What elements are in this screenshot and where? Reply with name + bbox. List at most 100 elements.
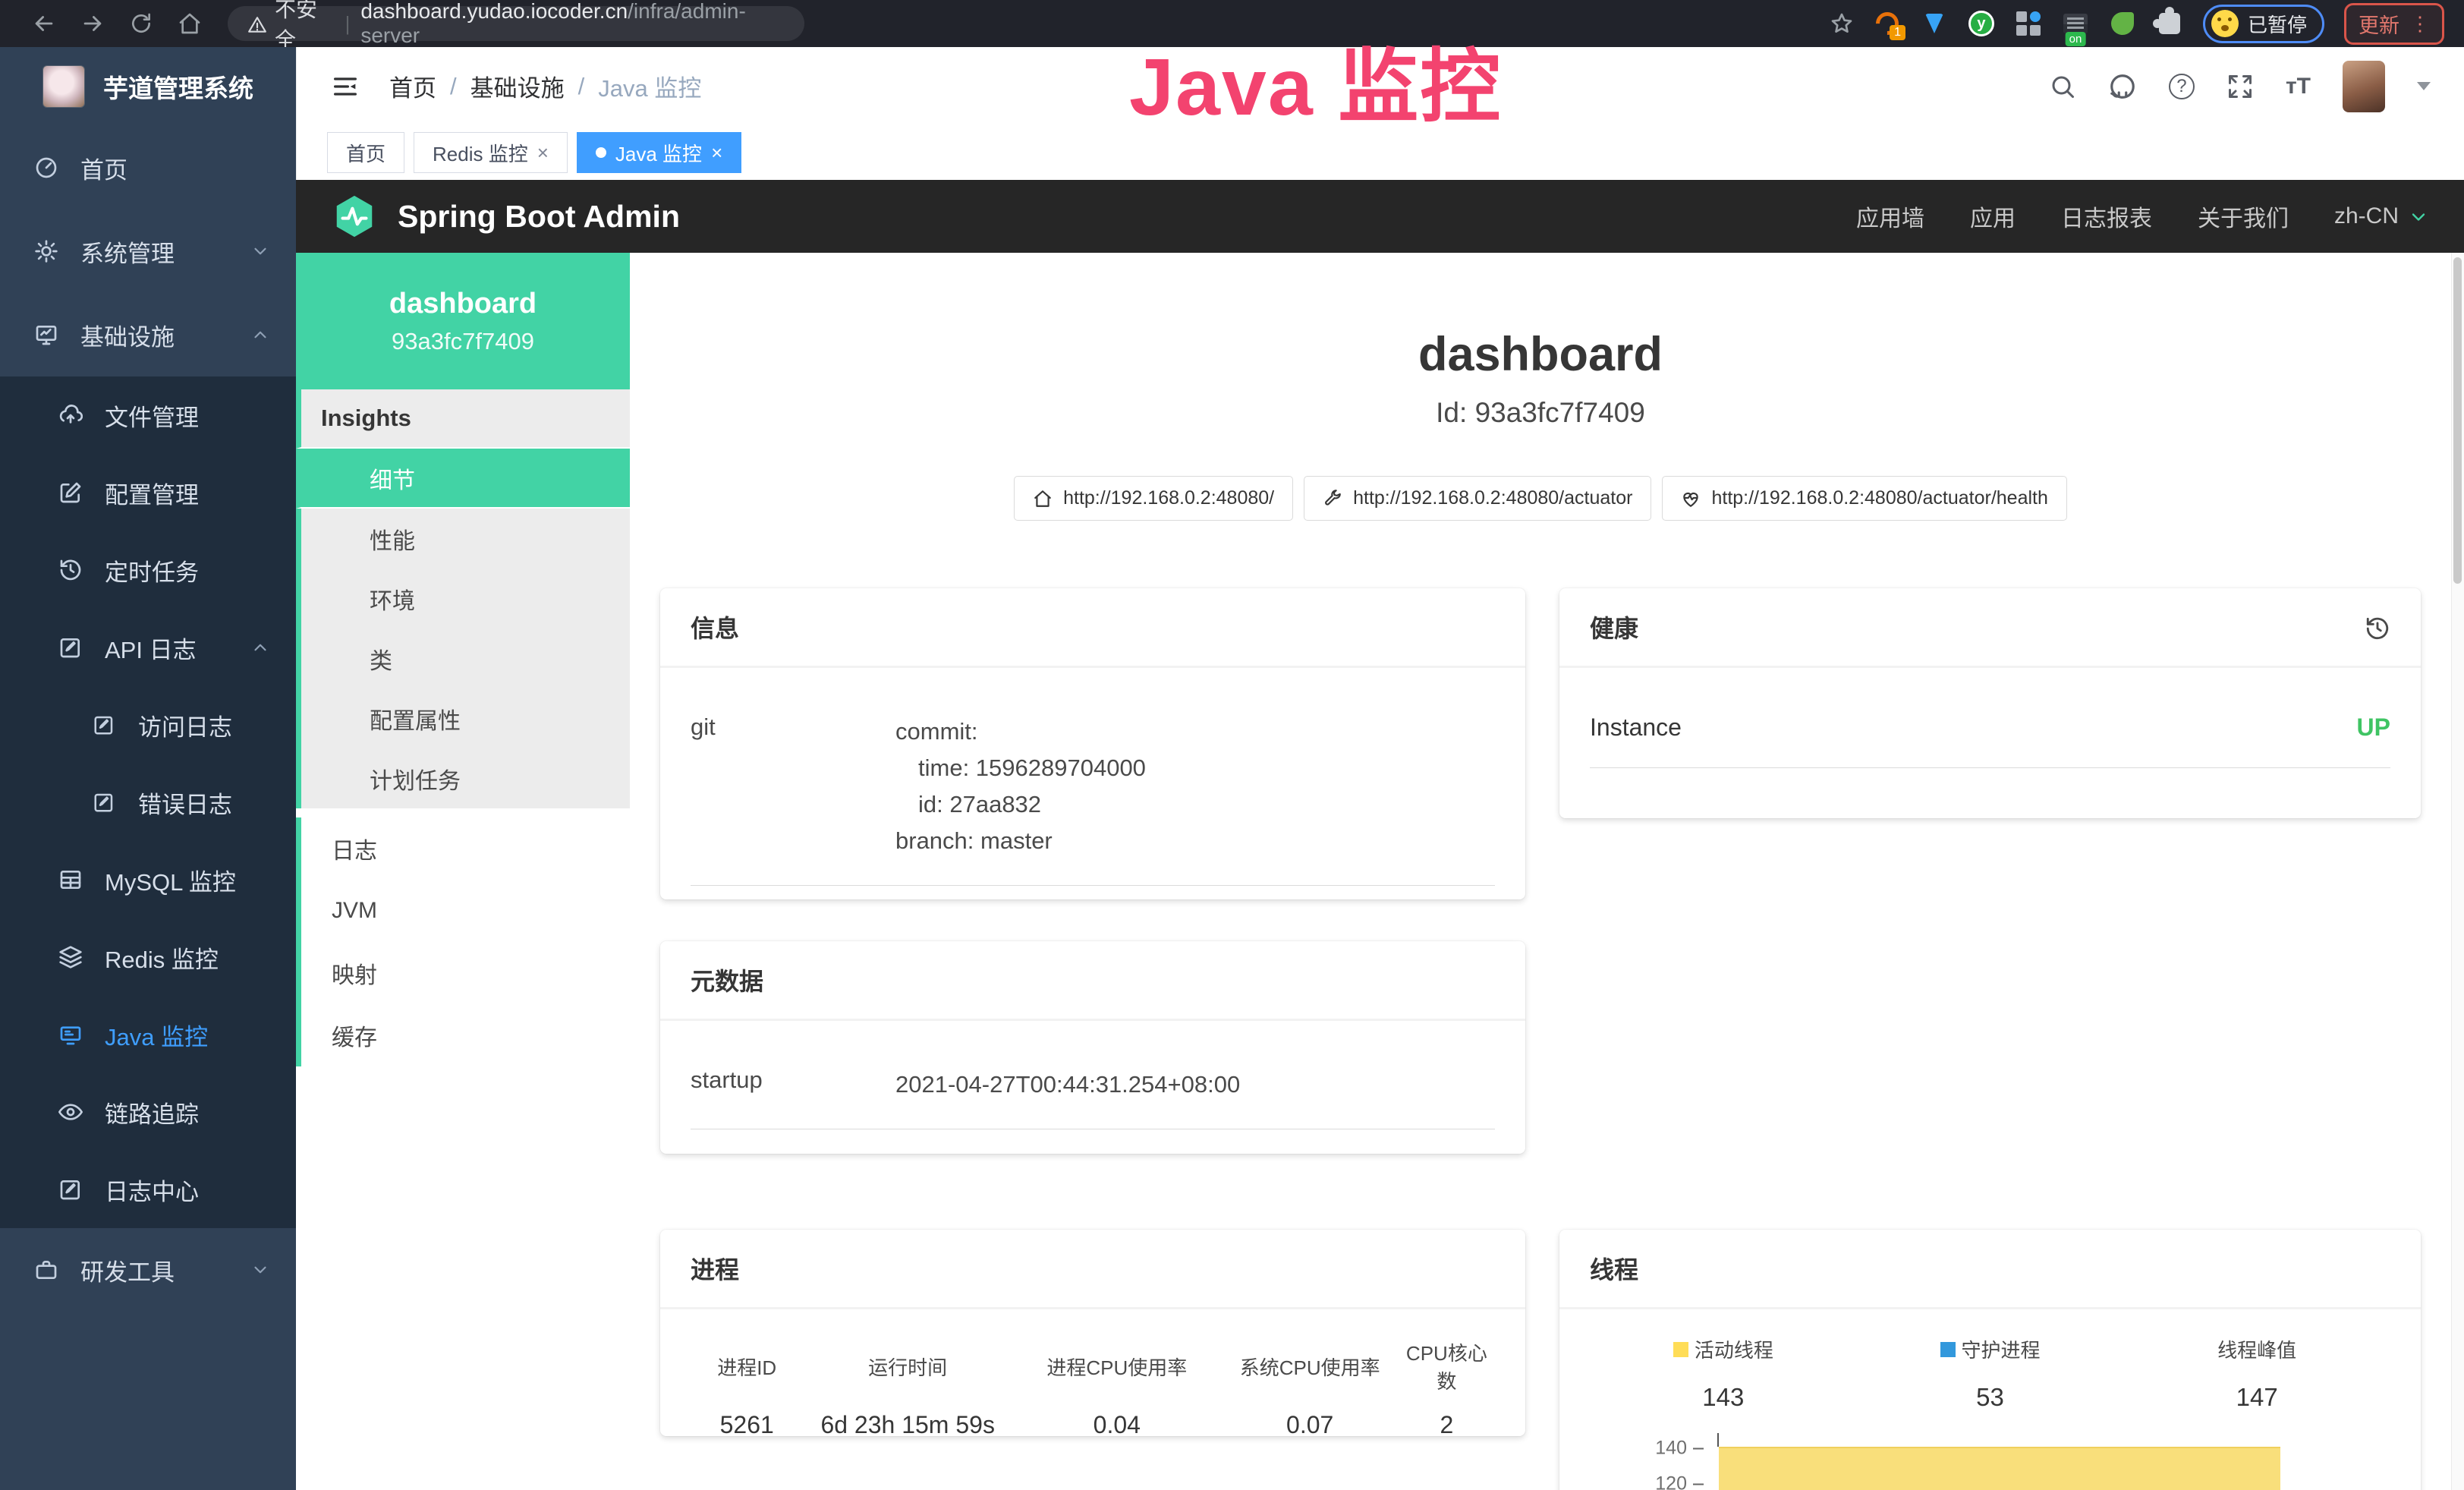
sidebar-item-label: 配置管理 <box>105 476 199 510</box>
sidebar-item-files[interactable]: 文件管理 <box>0 376 296 454</box>
tab-home[interactable]: 首页 <box>327 132 404 173</box>
sidebar-item-label: 错误日志 <box>138 786 232 820</box>
sba-nav-about[interactable]: 关于我们 <box>2198 200 2289 233</box>
sidebar-item-mysql[interactable]: MySQL 监控 <box>0 841 296 918</box>
threads-card: 线程 活动线程 143 守护进程 53 线程峰值 147 <box>1559 1230 2421 1490</box>
close-icon[interactable]: × <box>537 141 549 165</box>
address-bar[interactable]: 不安全 | dashboard.yudao.iocoder.cn/infra/a… <box>228 6 804 41</box>
sba-item-configprops[interactable]: 配置属性 <box>296 688 630 748</box>
sba-nav-wallboard[interactable]: 应用墙 <box>1856 200 1924 233</box>
sba-brand[interactable]: Spring Boot Admin <box>398 199 680 235</box>
security-warning[interactable]: 不安全 <box>247 0 335 54</box>
actuator-url-button[interactable]: http://192.168.0.2:48080/actuator <box>1304 476 1651 521</box>
sba-item-details[interactable]: 细节 <box>296 449 630 509</box>
sidebar-item-java-monitor[interactable]: Java 监控 <box>0 996 296 1073</box>
github-icon[interactable] <box>2108 72 2137 101</box>
user-avatar[interactable] <box>2343 61 2385 112</box>
sba-item-environment[interactable]: 环境 <box>296 569 630 628</box>
close-icon[interactable]: × <box>711 141 722 165</box>
sidebar-item-tracing[interactable]: 链路追踪 <box>0 1073 296 1151</box>
home-icon[interactable] <box>165 7 214 40</box>
process-header-row: 进程ID 运行时间 进程CPU使用率 系统CPU使用率 CPU核心数 <box>691 1331 1495 1408</box>
sidebar-item-redis[interactable]: Redis 监控 <box>0 918 296 996</box>
sidebar-item-devtools[interactable]: 研发工具 <box>0 1228 296 1312</box>
profile-chip[interactable]: 已暂停 <box>2203 5 2324 43</box>
profile-avatar-icon <box>2211 10 2239 37</box>
extension-leaf-icon[interactable] <box>2109 10 2136 37</box>
sidebar-item-label: MySQL 监控 <box>105 863 236 897</box>
font-size-icon[interactable]: тT <box>2286 74 2311 99</box>
help-icon[interactable]: ? <box>2169 74 2195 99</box>
locale-select[interactable]: zh-CN <box>2334 203 2429 229</box>
scrollbar-thumb[interactable] <box>2453 257 2462 584</box>
sidebar-item-label: Java 监控 <box>105 1018 208 1052</box>
admin-logo[interactable]: 芋道管理系统 <box>0 47 296 126</box>
metadata-card-title: 元数据 <box>660 941 1525 1021</box>
sba-item-scheduledtasks[interactable]: 计划任务 <box>296 748 630 808</box>
process-value-row: 5261 6d 23h 15m 59s 0.04 0.07 2 <box>691 1408 1495 1442</box>
service-url-button[interactable]: http://192.168.0.2:48080/ <box>1014 476 1293 521</box>
reload-icon[interactable] <box>117 7 165 40</box>
instance-header[interactable]: dashboard 93a3fc7f7409 <box>296 253 630 389</box>
briefcase-icon <box>33 1258 59 1282</box>
sidebar-item-jobs[interactable]: 定时任务 <box>0 531 296 609</box>
sba-item-logging[interactable]: 日志 <box>296 817 630 880</box>
sidebar-item-access-log[interactable]: 访问日志 <box>0 686 296 764</box>
sba-item-mappings[interactable]: 映射 <box>296 942 630 1004</box>
git-branch-line: branch: master <box>895 823 1146 859</box>
info-card: 信息 git commit: time: 1596289704000 id: 2… <box>660 588 1525 899</box>
col-uptime: 运行时间 <box>803 1331 1012 1408</box>
sidebar-item-error-log[interactable]: 错误日志 <box>0 764 296 841</box>
process-card: 进程 进程ID 运行时间 进程CPU使用率 系统CPU使用率 CPU核心数 52… <box>660 1230 1525 1436</box>
search-icon[interactable] <box>2049 73 2076 100</box>
sidebar-item-infra[interactable]: 基础设施 <box>0 293 296 376</box>
page-title: dashboard <box>630 327 2451 382</box>
locale-label: zh-CN <box>2334 203 2399 229</box>
browser-right-cluster: 1 y on 已暂停 更新 ⋮ <box>1830 3 2444 45</box>
sba-item-metrics[interactable]: 性能 <box>296 509 630 569</box>
update-button[interactable]: 更新 ⋮ <box>2344 3 2444 45</box>
tab-java-monitor[interactable]: Java 监控× <box>577 132 741 173</box>
extension-colab-icon[interactable]: 1 <box>1874 10 1901 37</box>
service-url: http://192.168.0.2:48080/ <box>1063 487 1274 509</box>
scrollbar[interactable] <box>2451 253 2464 1490</box>
sba-nav-journal[interactable]: 日志报表 <box>2061 200 2152 233</box>
sidebar-item-home[interactable]: 首页 <box>0 126 296 209</box>
breadcrumb-section[interactable]: 基础设施 <box>470 69 565 103</box>
wrench-icon <box>1323 487 1342 509</box>
sba-nav-applications[interactable]: 应用 <box>1970 200 2016 233</box>
history-icon[interactable] <box>2365 613 2390 641</box>
forward-icon[interactable] <box>68 7 117 40</box>
process-cpu-value: 0.04 <box>1012 1408 1222 1442</box>
menu-dots-icon[interactable]: ⋮ <box>2410 12 2430 36</box>
ytick-140: 140 <box>1655 1438 1704 1460</box>
git-row: git commit: time: 1596289704000 id: 27aa… <box>691 703 1495 886</box>
extension-list-icon[interactable]: on <box>2062 10 2089 37</box>
extension-pin-icon[interactable] <box>1921 10 1948 37</box>
caret-down-icon[interactable] <box>2417 82 2431 90</box>
chevron-up-icon <box>247 638 273 657</box>
sidebar-item-label: 首页 <box>80 151 127 185</box>
extension-puzzle-icon[interactable] <box>2156 10 2183 37</box>
sidebar-item-system[interactable]: 系统管理 <box>0 209 296 293</box>
collapse-menu-icon[interactable] <box>330 71 360 102</box>
sidebar-item-label: API 日志 <box>105 631 197 665</box>
sba-item-classes[interactable]: 类 <box>296 628 630 688</box>
sba-header: Spring Boot Admin 应用墙 应用 日志报表 关于我们 zh-CN <box>296 180 2464 253</box>
sba-item-jvm[interactable]: JVM <box>296 880 630 942</box>
breadcrumb-home[interactable]: 首页 <box>389 69 436 103</box>
sidebar-item-log-center[interactable]: 日志中心 <box>0 1151 296 1228</box>
back-icon[interactable] <box>20 7 68 40</box>
health-url-button[interactable]: http://192.168.0.2:48080/actuator/health <box>1662 476 2066 521</box>
sidebar-item-api-log[interactable]: API 日志 <box>0 609 296 686</box>
extension-grid-icon[interactable] <box>2015 10 2042 37</box>
extension-y-icon[interactable]: y <box>1968 10 1995 37</box>
fullscreen-icon[interactable] <box>2226 73 2254 100</box>
sba-item-caches[interactable]: 缓存 <box>296 1004 630 1066</box>
cloud-upload-icon <box>58 403 83 427</box>
tab-redis-monitor[interactable]: Redis 监控× <box>414 132 568 173</box>
git-key: git <box>691 713 895 859</box>
bookmark-star-icon[interactable] <box>1830 11 1854 36</box>
sidebar-item-config[interactable]: 配置管理 <box>0 454 296 531</box>
instance-id: 93a3fc7f7409 <box>392 328 534 355</box>
